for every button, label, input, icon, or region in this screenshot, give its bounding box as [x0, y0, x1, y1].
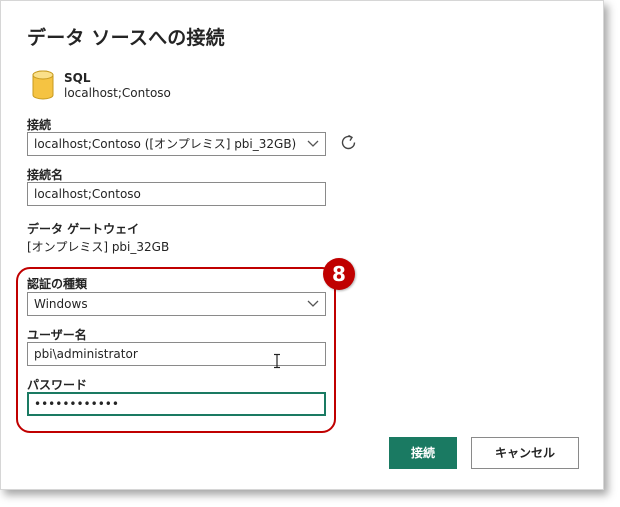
data-source-info: SQL localhost;Contoso	[31, 69, 171, 101]
connection-selected-value: localhost;Contoso ([オンプレミス] pbi_32GB)	[34, 137, 297, 151]
connection-dropdown[interactable]: localhost;Contoso ([オンプレミス] pbi_32GB)	[27, 132, 326, 156]
connection-label: 接続	[27, 118, 52, 132]
gateway-label: データ ゲートウェイ	[27, 222, 140, 236]
step-badge: 8	[323, 258, 355, 290]
connect-data-source-dialog: データ ソースへの接続 SQL localhost;Contoso 接続 loc…	[0, 0, 604, 490]
highlight-box	[16, 267, 336, 433]
source-type: SQL	[64, 71, 91, 85]
connection-name-label: 接続名	[27, 168, 64, 182]
dialog-title: データ ソースへの接続	[27, 27, 225, 49]
cancel-button[interactable]: キャンセル	[471, 437, 579, 469]
database-icon	[32, 70, 54, 100]
gateway-value: [オンプレミス] pbi_32GB	[27, 240, 170, 254]
chevron-down-icon	[307, 140, 319, 147]
connection-name-input[interactable]: localhost;Contoso	[27, 182, 326, 206]
refresh-icon[interactable]	[339, 133, 359, 153]
source-path: localhost;Contoso	[64, 86, 171, 100]
connect-button[interactable]: 接続	[389, 437, 457, 469]
